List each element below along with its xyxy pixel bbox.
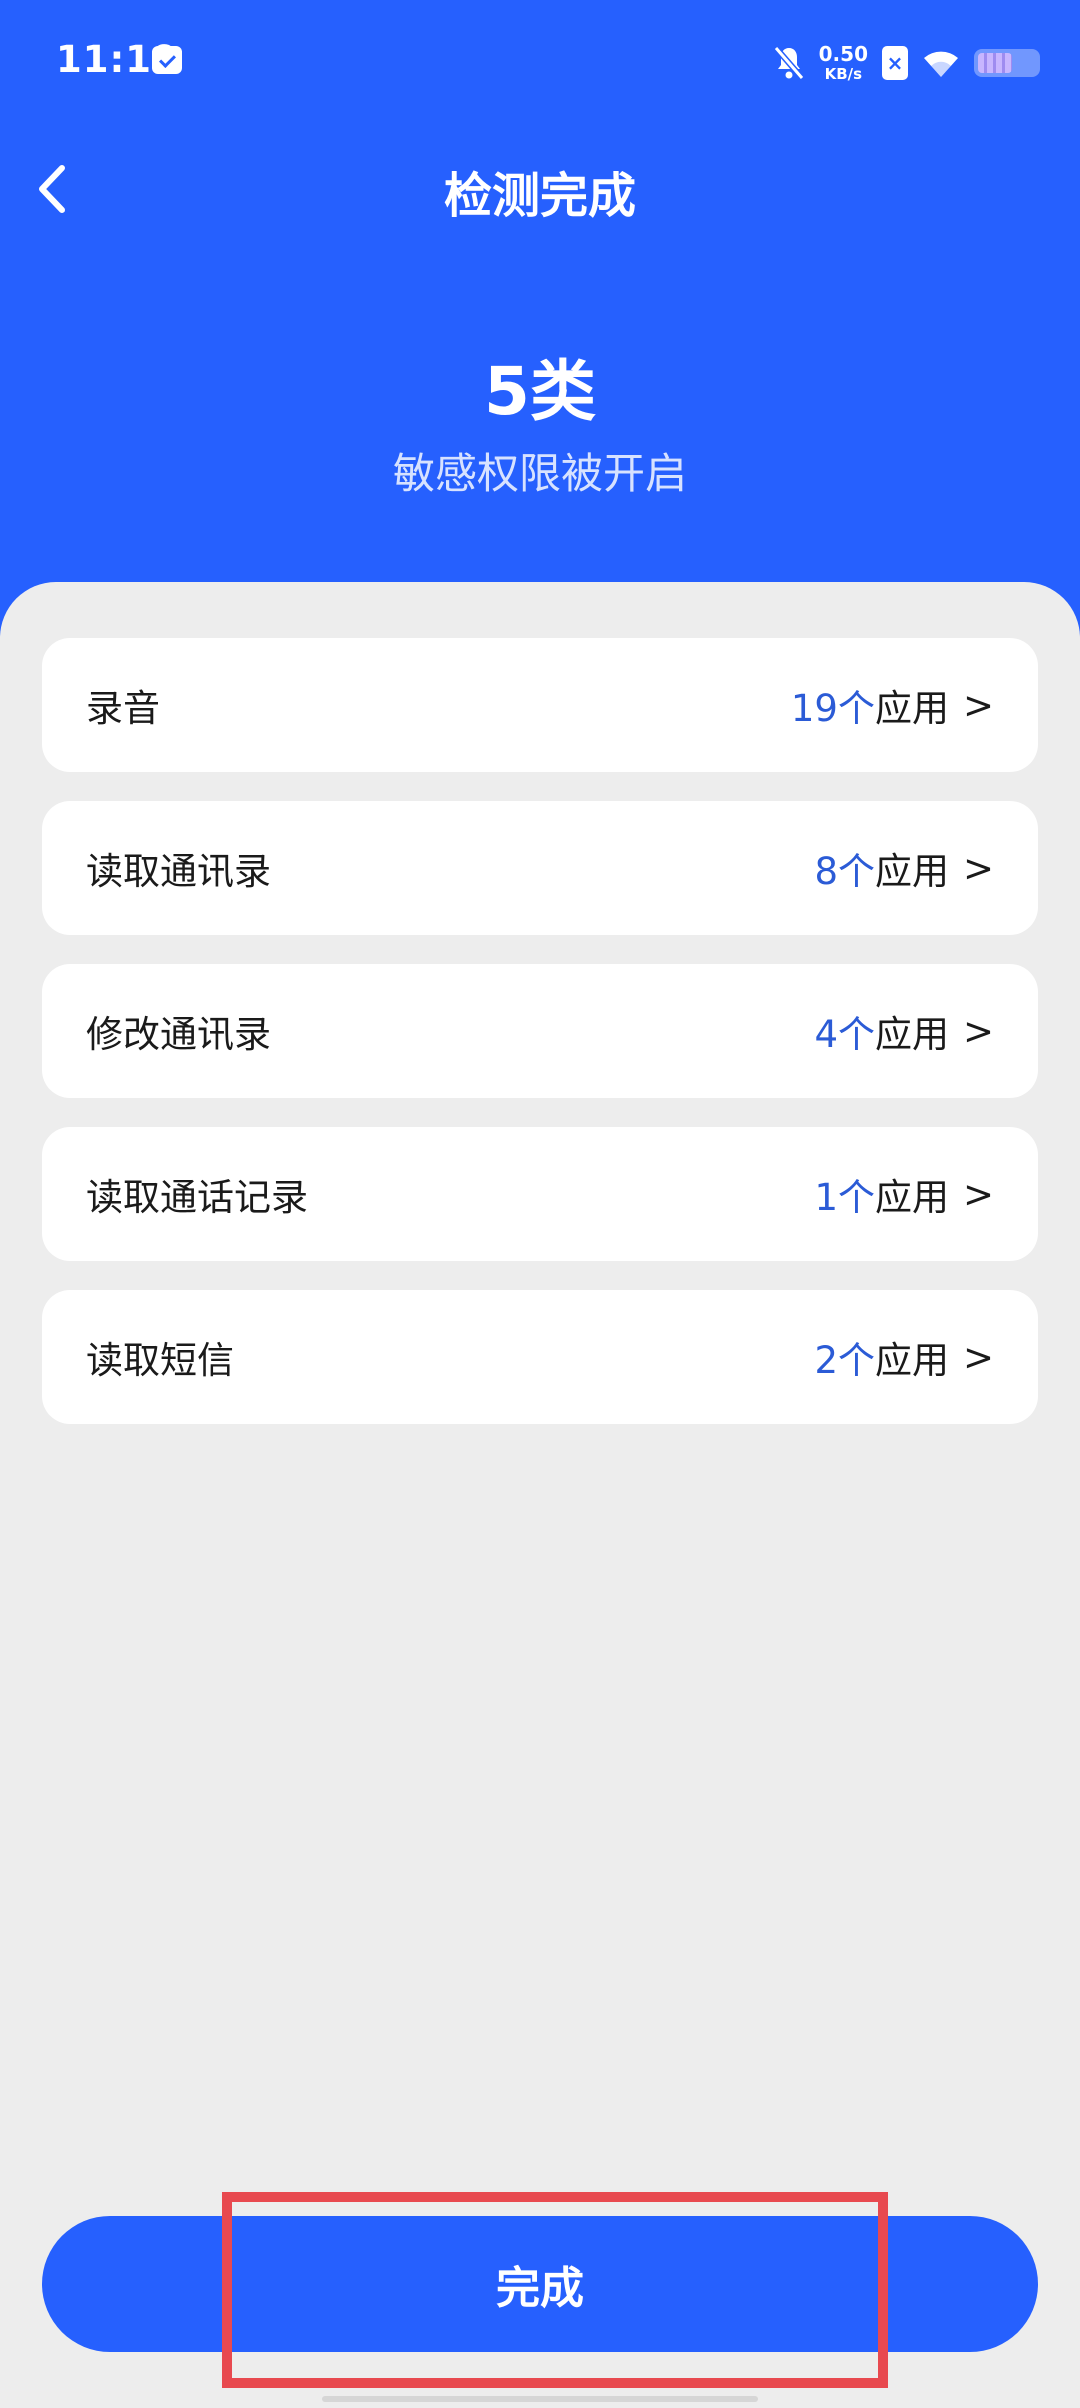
permission-app-count: 2个 应用 > [814,1330,994,1384]
status-icons: 0.50 KB/s × [773,40,1040,86]
permission-row-read-sms[interactable]: 读取短信 2个 应用 > [42,1290,1038,1424]
permission-app-count: 4个 应用 > [814,1004,994,1058]
app-count-number: 1个 [814,1176,875,1219]
app-count-number: 4个 [814,1013,875,1056]
app-count-suffix: 应用 [874,1176,949,1219]
permission-app-count: 19个 应用 > [791,678,994,732]
permission-app-count: 8个 应用 > [814,841,994,895]
permission-list: 录音 19个 应用 > 读取通讯录 8个 应用 > 修改通讯录 4个 应用 > … [42,638,1038,1453]
chevron-right-icon: > [962,1009,994,1053]
message-icon [152,46,182,74]
chevron-right-icon: > [962,683,994,727]
permission-app-count: 1个 应用 > [814,1167,994,1221]
permission-name: 读取通讯录 [86,850,271,893]
app-count-suffix: 应用 [874,687,949,730]
page-title: 检测完成 [443,168,636,224]
nav-bar: 检测完成 [0,140,1080,236]
chevron-right-icon: > [962,1335,994,1379]
permission-name: 录音 [86,687,160,730]
permission-name: 读取通话记录 [86,1176,308,1219]
permission-row-read-call-log[interactable]: 读取通话记录 1个 应用 > [42,1127,1038,1261]
battery-fill [978,53,1012,73]
content-panel: 录音 19个 应用 > 读取通讯录 8个 应用 > 修改通讯录 4个 应用 > … [0,582,1080,2408]
permission-row-record-audio[interactable]: 录音 19个 应用 > [42,638,1038,772]
battery-icon [974,49,1040,77]
permission-row-read-contacts[interactable]: 读取通讯录 8个 应用 > [42,801,1038,935]
status-bar: 11:19 0.50 KB/s × [0,0,1080,126]
done-button[interactable]: 完成 [42,2216,1038,2352]
summary-count: 5类 [484,353,596,430]
net-speed-unit: KB/s [824,65,863,83]
permission-name: 读取短信 [86,1339,234,1382]
summary-description: 敏感权限被开启 [392,449,687,498]
net-speed-value: 0.50 [818,42,868,66]
bell-off-icon [773,46,804,80]
app-count-number: 2个 [814,1339,875,1382]
app-count-suffix: 应用 [874,850,949,893]
header: 11:19 0.50 KB/s × 检测完成 5类 敏感权限被开启 [0,0,1080,640]
screen: 11:19 0.50 KB/s × 检测完成 5类 敏感权限被开启 录音 19个… [0,0,1080,2408]
wifi-icon [924,51,958,77]
chevron-right-icon: > [962,846,994,890]
permission-row-modify-contacts[interactable]: 修改通讯录 4个 应用 > [42,964,1038,1098]
app-count-number: 8个 [814,850,875,893]
permission-name: 修改通讯录 [86,1013,271,1056]
chevron-right-icon: > [962,1172,994,1216]
home-indicator [322,2396,758,2402]
app-count-suffix: 应用 [874,1013,949,1056]
net-speed: 0.50 KB/s [819,44,868,82]
app-count-number: 19个 [790,687,875,730]
sim-icon: × [882,46,908,80]
app-count-suffix: 应用 [874,1339,949,1382]
